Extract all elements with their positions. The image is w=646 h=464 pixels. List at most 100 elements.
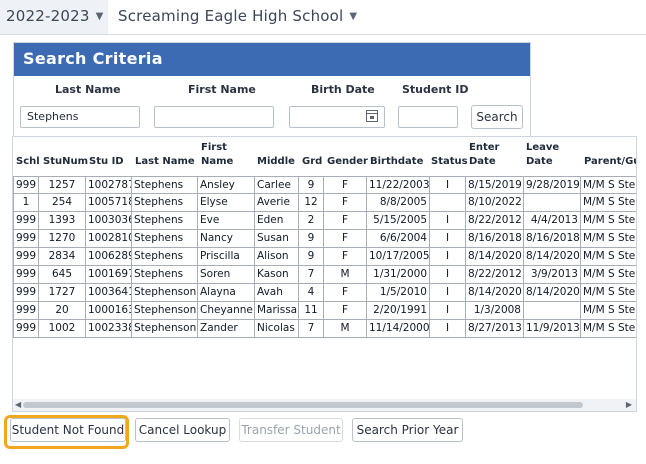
cell-birth: 1/5/2010 (367, 284, 430, 302)
cell-first: Zander (198, 320, 255, 338)
cell-last: Stephens (132, 230, 198, 248)
chevron-down-icon: ▼ (95, 11, 104, 22)
cell-last: Stephens (132, 266, 198, 284)
cell-grd: 4 (299, 284, 324, 302)
first-name-input[interactable] (154, 106, 274, 128)
cell-parent: M/M S Ste (581, 176, 636, 194)
cell-first: Eve (198, 212, 255, 230)
table-row[interactable]: 999 1002 1002338 Stephenson Zander Nicolas 7 M 1… (13, 320, 636, 338)
cell-parent: M/M S Ste (581, 302, 636, 320)
scrollbar-thumb[interactable] (23, 402, 583, 408)
cell-status: I (430, 320, 466, 338)
cell-grd: 9 (299, 230, 324, 248)
cell-parent: M/M S Ste (581, 320, 636, 338)
cell-first: Elyse (198, 194, 255, 212)
cell-last: Stephenson (132, 302, 198, 320)
cell-schl: 999 (13, 320, 39, 338)
cell-leave: 3/9/2013 (524, 266, 581, 284)
cell-stuid: 1003036 (86, 212, 132, 230)
cell-leave: 9/28/2019 (524, 176, 581, 194)
cell-last: Stephens (132, 248, 198, 266)
first-name-label: First Name (188, 83, 256, 96)
results-grid: Schl StuNum Stu ID Last Name First Name M… (12, 136, 637, 412)
cell-leave: 11/9/2013 (524, 320, 581, 338)
transfer-student-button[interactable]: Transfer Student (239, 418, 343, 442)
table-row[interactable]: 999 20 1000163 Stephenson Cheyanne Marissa 11 F… (13, 302, 636, 320)
cell-first: Ansley (198, 176, 255, 194)
cell-schl: 999 (13, 248, 39, 266)
cell-middle: Kason (255, 266, 299, 284)
cell-birth: 11/22/2003 (367, 176, 430, 194)
last-name-label: Last Name (55, 83, 121, 96)
cancel-lookup-button[interactable]: Cancel Lookup (135, 418, 230, 442)
cell-leave: 4/4/2013 (524, 212, 581, 230)
cell-gender: F (324, 248, 367, 266)
cell-stunum: 1270 (39, 230, 86, 248)
search-button[interactable]: Search (471, 105, 523, 129)
cell-middle: Nicolas (255, 320, 299, 338)
cell-parent: M/M S Ste (581, 194, 636, 212)
cell-grd: 7 (299, 266, 324, 284)
year-selector[interactable]: 2022-2023 ▼ (6, 7, 103, 25)
cell-first: Soren (198, 266, 255, 284)
cell-middle: Marissa (255, 302, 299, 320)
cell-last: Stephens (132, 194, 198, 212)
student-id-label: Student ID (402, 83, 469, 96)
panel-title: Search Criteria (23, 49, 163, 68)
cell-gender: F (324, 284, 367, 302)
cell-middle: Averie (255, 194, 299, 212)
cell-status: I (430, 266, 466, 284)
cell-birth: 1/31/2000 (367, 266, 430, 284)
cell-middle: Susan (255, 230, 299, 248)
cell-stunum: 1727 (39, 284, 86, 302)
cell-schl: 999 (13, 230, 39, 248)
cell-status (430, 194, 466, 212)
table-row[interactable]: 999 1393 1003036 Stephens Eve Eden 2 F 5/15/2005… (13, 212, 636, 230)
search-prior-year-button[interactable]: Search Prior Year (352, 418, 463, 442)
cell-grd: 9 (299, 248, 324, 266)
cell-enter: 8/27/2013 (466, 320, 524, 338)
cell-stuid: 1002810 (86, 230, 132, 248)
scroll-left-icon[interactable]: ◀ (15, 399, 21, 411)
student-id-input[interactable] (398, 106, 458, 128)
calendar-icon[interactable] (366, 110, 378, 122)
school-label: Screaming Eagle High School (118, 7, 344, 25)
cell-enter: 1/3/2008 (466, 302, 524, 320)
table-row[interactable]: 999 1257 1002787 Stephens Ansley Carlee 9 F 11/2… (13, 176, 636, 194)
cell-birth: 2/20/1991 (367, 302, 430, 320)
cell-grd: 12 (299, 194, 324, 212)
last-name-input[interactable]: Stephens (20, 106, 140, 128)
cell-birth: 10/17/2005 (367, 248, 430, 266)
cell-parent: M/M S Ste (581, 248, 636, 266)
table-row[interactable]: 999 645 1001697 Stephens Soren Kason 7 M 1/31/20… (13, 266, 636, 284)
cell-gender: F (324, 176, 367, 194)
table-row[interactable]: 999 1270 1002810 Stephens Nancy Susan 9 F 6/6/20… (13, 230, 636, 248)
cell-leave (524, 302, 581, 320)
cell-birth: 5/15/2005 (367, 212, 430, 230)
cell-stunum: 1257 (39, 176, 86, 194)
cell-gender: F (324, 230, 367, 248)
cell-last: Stephens (132, 212, 198, 230)
cell-last: Stephens (132, 176, 198, 194)
cell-last: Stephenson (132, 320, 198, 338)
school-selector[interactable]: Screaming Eagle High School ▼ (118, 7, 357, 25)
cell-schl: 999 (13, 284, 39, 302)
cell-enter: 8/22/2012 (466, 212, 524, 230)
scroll-right-icon[interactable]: ▶ (626, 399, 632, 411)
horizontal-scrollbar[interactable]: ◀ ▶ (13, 399, 636, 411)
table-row[interactable]: 999 1727 1003641 Stephenson Alayna Avah 4 F 1/5/… (13, 284, 636, 302)
cell-stuid: 1000163 (86, 302, 132, 320)
cell-stuid: 1002787 (86, 176, 132, 194)
table-row[interactable]: 999 2834 1006289 Stephens Priscilla Alison 9 F 1… (13, 248, 636, 266)
cell-first: Cheyanne (198, 302, 255, 320)
cell-schl: 999 (13, 176, 39, 194)
cell-gender: F (324, 212, 367, 230)
table-row[interactable]: 1 254 1005718 Stephens Elyse Averie 12 F 8/8/200… (13, 194, 636, 212)
cell-gender: M (324, 266, 367, 284)
cell-parent: M/M S Ste (581, 212, 636, 230)
cell-leave: 8/14/2020 (524, 284, 581, 302)
cell-schl: 999 (13, 266, 39, 284)
cell-birth: 11/14/2000 (367, 320, 430, 338)
cell-stuid: 1002338 (86, 320, 132, 338)
cell-gender: F (324, 194, 367, 212)
